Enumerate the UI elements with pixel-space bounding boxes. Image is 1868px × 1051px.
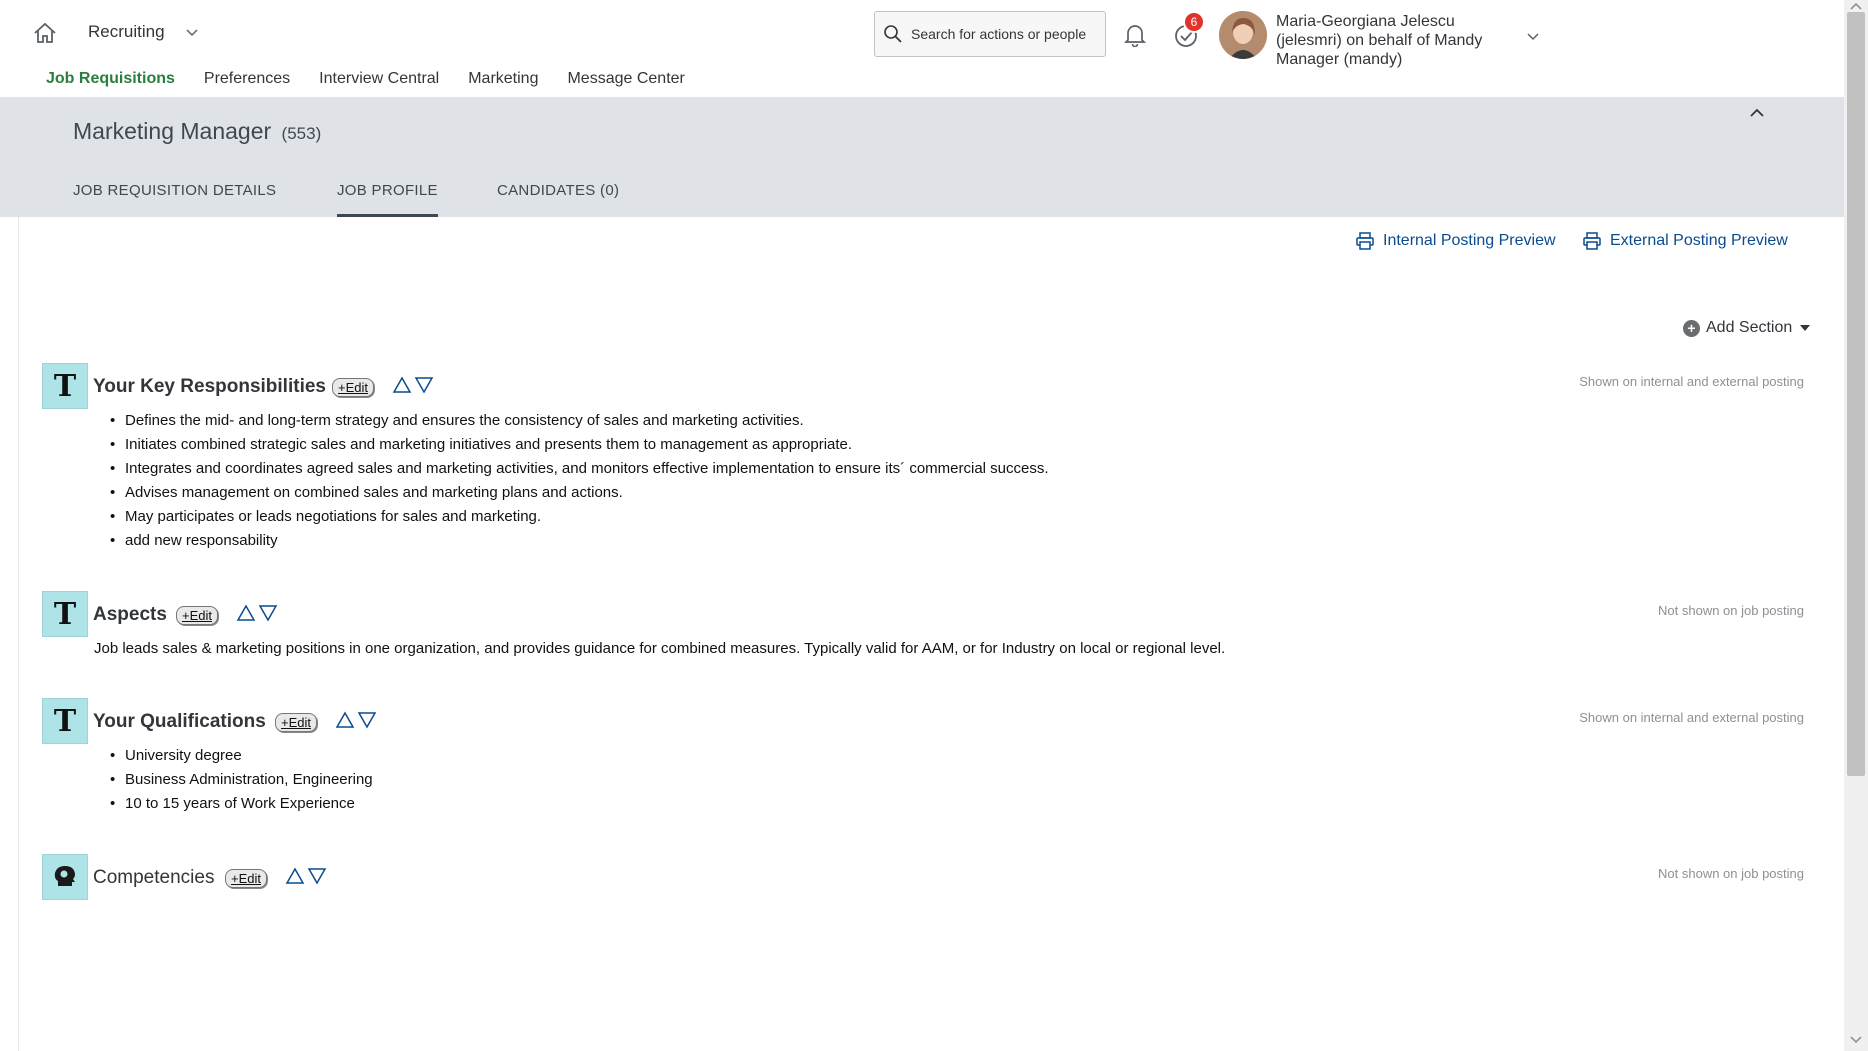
external-posting-preview-label: External Posting Preview — [1610, 232, 1788, 249]
nav-interview-central[interactable]: Interview Central — [319, 70, 439, 88]
top-navigation: Job Requisitions Preferences Interview C… — [46, 70, 714, 88]
nav-marketing[interactable]: Marketing — [468, 70, 538, 88]
section-title: Aspects — [93, 604, 167, 625]
tab-job-profile[interactable]: JOB PROFILE — [337, 182, 438, 217]
notifications-bell-icon[interactable] — [1122, 21, 1148, 48]
move-up-icon[interactable] — [236, 604, 256, 622]
todo-count-badge: 6 — [1183, 11, 1205, 33]
move-down-icon[interactable] — [414, 376, 434, 394]
visibility-note: Not shown on job posting — [1658, 603, 1804, 618]
avatar[interactable] — [1219, 11, 1267, 59]
move-up-icon[interactable] — [285, 867, 305, 885]
home-icon[interactable] — [32, 20, 58, 46]
scroll-down-icon[interactable] — [1850, 1036, 1862, 1044]
text-section-icon: T — [42, 698, 88, 744]
add-circle-icon: + — [1683, 319, 1700, 337]
chevron-up-icon[interactable] — [1748, 104, 1766, 122]
printer-icon — [1583, 232, 1601, 250]
scrollbar-thumb[interactable] — [1847, 12, 1865, 776]
move-down-icon[interactable] — [258, 604, 278, 622]
list-item: Business Administration, Engineering — [110, 768, 373, 792]
move-up-icon[interactable] — [335, 711, 355, 729]
aspects-text: Job leads sales & marketing positions in… — [94, 640, 1226, 657]
visibility-note: Not shown on job posting — [1658, 866, 1804, 881]
move-down-icon[interactable] — [307, 867, 327, 885]
responsibilities-list: Defines the mid- and long-term strategy … — [110, 409, 1049, 553]
text-section-icon: T — [42, 591, 88, 637]
text-section-icon: T — [42, 363, 88, 409]
module-switcher[interactable]: Recruiting — [88, 22, 199, 42]
reorder-arrows — [285, 867, 327, 885]
list-item: Integrates and coordinates agreed sales … — [110, 457, 1049, 481]
list-item: Initiates combined strategic sales and m… — [110, 433, 1049, 457]
chevron-down-icon — [186, 29, 198, 37]
reorder-arrows — [335, 711, 377, 729]
visibility-note: Shown on internal and external posting — [1579, 374, 1804, 389]
nav-preferences[interactable]: Preferences — [204, 70, 290, 88]
search-field[interactable] — [874, 11, 1106, 57]
internal-posting-preview-link[interactable]: Internal Posting Preview — [1355, 231, 1556, 251]
search-input[interactable] — [911, 26, 1101, 42]
list-item: Defines the mid- and long-term strategy … — [110, 409, 1049, 433]
head-brain-icon — [42, 854, 88, 900]
printer-icon — [1356, 232, 1374, 250]
reorder-arrows — [392, 376, 434, 394]
edit-section-button[interactable]: +Edit — [332, 378, 374, 397]
edit-section-button[interactable]: +Edit — [225, 869, 267, 888]
qualifications-list: University degree Business Administratio… — [110, 744, 373, 816]
section-title: Competencies — [93, 867, 215, 888]
caret-down-icon — [1800, 325, 1811, 331]
list-item: University degree — [110, 744, 373, 768]
page-title: Marketing Manager (553) — [73, 118, 321, 145]
edit-section-button[interactable]: +Edit — [176, 606, 218, 625]
add-section-button[interactable]: + Add Section — [1683, 319, 1811, 337]
list-item: 10 to 15 years of Work Experience — [110, 792, 373, 816]
move-up-icon[interactable] — [392, 376, 412, 394]
external-posting-preview-link[interactable]: External Posting Preview — [1582, 231, 1788, 251]
reorder-arrows — [236, 604, 278, 622]
object-header — [0, 97, 1844, 217]
requisition-number: (553) — [281, 124, 322, 143]
scroll-up-icon[interactable] — [1850, 2, 1862, 10]
search-icon — [884, 25, 902, 43]
list-item: May participates or leads negotiations f… — [110, 505, 1049, 529]
nav-message-center[interactable]: Message Center — [567, 70, 684, 88]
page-title-text: Marketing Manager — [73, 118, 272, 144]
edit-section-button[interactable]: +Edit — [275, 713, 317, 732]
internal-posting-preview-label: Internal Posting Preview — [1383, 232, 1556, 249]
user-name[interactable]: Maria-Georgiana Jelescu (jelesmri) on be… — [1276, 12, 1486, 69]
section-title: Your Key Responsibilities — [93, 376, 326, 397]
add-section-label: Add Section — [1706, 319, 1793, 336]
job-profile-card — [18, 217, 1827, 1051]
nav-job-requisitions[interactable]: Job Requisitions — [46, 70, 175, 88]
list-item: add new responsability — [110, 529, 1049, 553]
list-item: Advises management on combined sales and… — [110, 481, 1049, 505]
section-title: Your Qualifications — [93, 711, 266, 732]
chevron-down-icon[interactable] — [1525, 28, 1541, 44]
move-down-icon[interactable] — [357, 711, 377, 729]
visibility-note: Shown on internal and external posting — [1579, 710, 1804, 725]
tab-candidates[interactable]: CANDIDATES (0) — [497, 182, 619, 199]
module-label: Recruiting — [88, 22, 165, 41]
tab-job-requisition-details[interactable]: JOB REQUISITION DETAILS — [73, 182, 276, 199]
